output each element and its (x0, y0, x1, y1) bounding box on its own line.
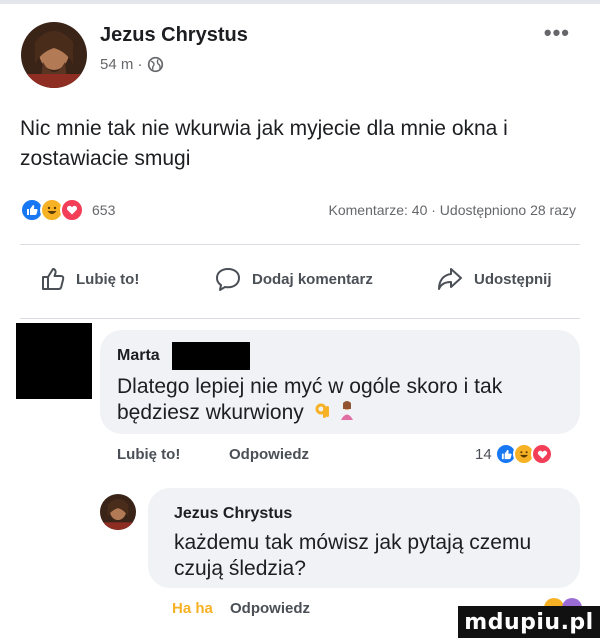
globe-icon (147, 56, 163, 73)
more-options-icon[interactable]: ••• (544, 20, 570, 46)
post-meta: 54 m · (100, 56, 164, 73)
reply-author-avatar[interactable] (100, 494, 136, 530)
top-border (0, 0, 600, 4)
reply-text: każdemu tak mówisz jak pytają czemu czuj… (174, 531, 532, 580)
comment-reply-link[interactable]: Odpowiedz (229, 446, 309, 463)
share-button-label: Udostępnij (474, 270, 552, 288)
post-stats[interactable]: Komentarze: 40 · Udostępniono 28 razy (329, 202, 576, 218)
like-button-label: Lubię to! (76, 270, 140, 288)
share-button[interactable]: Udostępnij (436, 266, 552, 292)
reply-haha-link[interactable]: Ha ha (172, 600, 213, 617)
post-time[interactable]: 54 m · (100, 56, 143, 73)
comment-like-link[interactable]: Lubię to! (117, 446, 180, 463)
comment-text: Dlatego lepiej nie myć w ogóle skoro i t… (117, 374, 557, 427)
redacted-avatar (16, 323, 92, 399)
love-reaction-icon (531, 443, 553, 465)
woman-shrugging-emoji-icon (337, 400, 357, 427)
share-icon (438, 268, 462, 290)
comment-button-label: Dodaj komentarz (252, 270, 373, 288)
watermark-logo: mdupiu.pl (458, 606, 600, 638)
reactions-summary[interactable]: 653 (20, 198, 115, 222)
redacted-surname (172, 342, 250, 370)
love-reaction-icon (60, 198, 84, 222)
reply-reply-link[interactable]: Odpowiedz (230, 600, 310, 617)
divider (20, 244, 580, 245)
comment-reactions[interactable] (495, 443, 553, 465)
comment-button[interactable]: Dodaj komentarz (214, 266, 373, 292)
divider (20, 318, 580, 319)
post-author-name[interactable]: Jezus Chrystus (100, 24, 248, 47)
post-text: Nic mnie tak nie wkurwia jak myjecie dla… (20, 117, 508, 170)
reaction-count: 653 (92, 202, 116, 218)
comment-reaction-count[interactable]: 14 (475, 446, 492, 463)
comment-author-name[interactable]: Marta (117, 347, 160, 365)
action-bar: Lubię to! Dodaj komentarz Udostępnij (0, 266, 600, 306)
reply-author-name[interactable]: Jezus Chrystus (174, 505, 292, 523)
like-button[interactable]: Lubię to! (40, 266, 139, 292)
thumbs-up-icon (42, 268, 65, 290)
comment-icon (216, 268, 240, 291)
ok-hand-emoji-icon (314, 401, 332, 427)
author-avatar[interactable] (21, 22, 87, 88)
